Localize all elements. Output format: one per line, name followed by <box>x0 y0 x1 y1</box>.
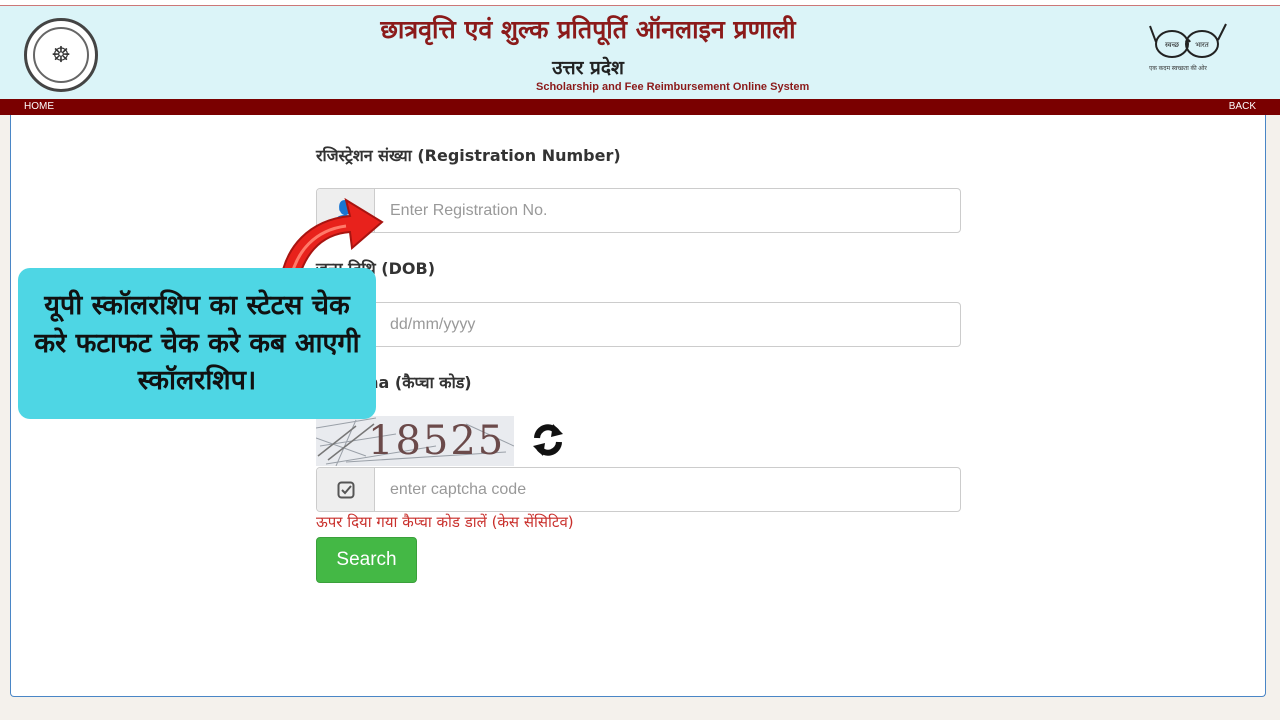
promo-callout: यूपी स्कॉलरशिप का स्टेटस चेक करे फटाफट च… <box>18 268 376 419</box>
site-header: ☸ छात्रवृत्ति एवं शुल्क प्रतिपूर्ति ऑनला… <box>0 6 1280 99</box>
site-title: छात्रवृत्ति एवं शुल्क प्रतिपूर्ति ऑनलाइन… <box>380 15 796 44</box>
state-name: उत्तर प्रदेश <box>552 57 624 79</box>
site-subtitle: Scholarship and Fee Reimbursement Online… <box>536 81 810 93</box>
top-navbar: HOME BACK <box>0 99 1280 115</box>
captcha-code: 18525 <box>368 418 506 464</box>
captcha-input[interactable] <box>375 468 960 511</box>
refresh-glyph <box>533 424 563 456</box>
dob-input[interactable] <box>375 303 960 346</box>
captcha-hint: ऊपर दिया गया कैप्चा कोड डालें (केस सेंसि… <box>316 513 574 531</box>
check-glyph <box>337 481 354 498</box>
swachh-left-text: स्वच्छ <box>1165 41 1180 49</box>
check-square-icon <box>317 468 375 511</box>
home-link[interactable]: HOME <box>24 101 54 112</box>
registration-input-group: 👤 <box>316 188 961 233</box>
swachh-tagline: एक कदम स्वच्छता की ओर <box>1149 66 1207 72</box>
dob-input-group: 📅 <box>316 302 961 347</box>
swachh-right-text: भारत <box>1195 41 1210 49</box>
captcha-image: 18525 <box>316 416 514 466</box>
registration-label: रजिस्ट्रेशन संख्या (Registration Number) <box>316 146 621 165</box>
search-button[interactable]: Search <box>316 537 417 583</box>
back-link[interactable]: BACK <box>1229 101 1256 112</box>
registration-input[interactable] <box>375 189 960 232</box>
captcha-input-group <box>316 467 961 512</box>
callout-text: यूपी स्कॉलरशिप का स्टेटस चेक करे फटाफट च… <box>34 289 360 397</box>
refresh-icon[interactable] <box>526 418 570 462</box>
